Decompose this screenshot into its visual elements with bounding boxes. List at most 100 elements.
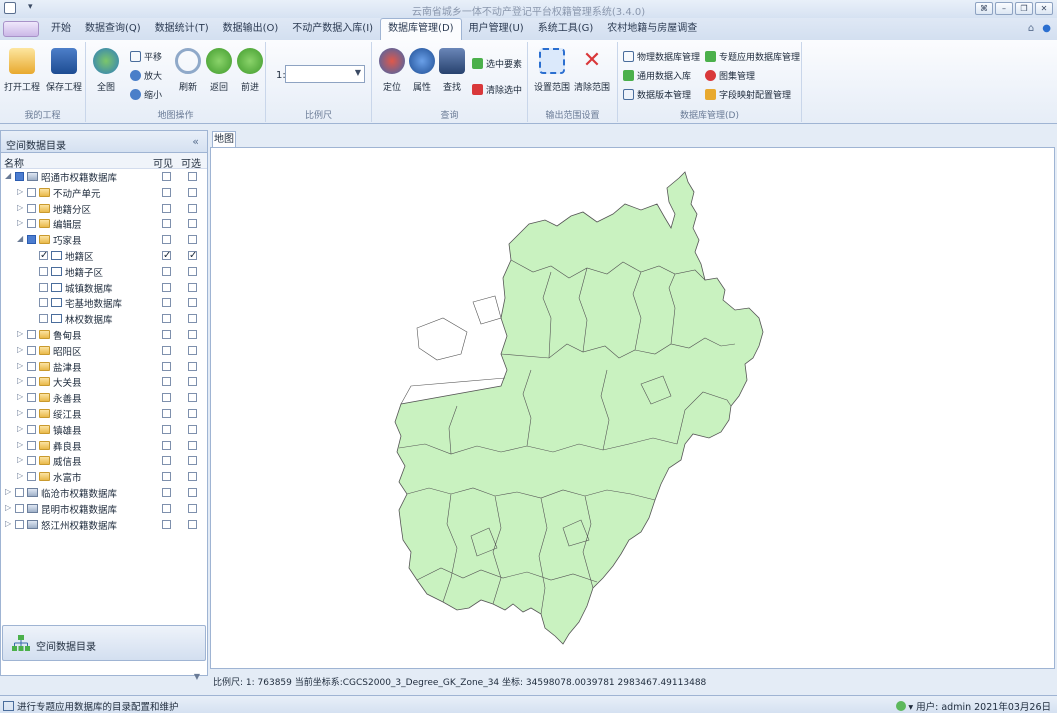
collapse-arrow-icon[interactable]: ◢	[17, 234, 25, 243]
set-range-button[interactable]: 设置范围	[532, 48, 572, 93]
general-import-button[interactable]: 通用数据入库	[623, 69, 691, 84]
expand-arrow-icon[interactable]: ▷	[17, 203, 25, 212]
tree-node-checkbox[interactable]	[27, 393, 36, 403]
expand-arrow-icon[interactable]: ▷	[17, 471, 25, 480]
tree-node-checkbox[interactable]	[15, 519, 24, 529]
tab-map[interactable]: 地图	[212, 131, 236, 148]
tree-node-checkbox[interactable]	[39, 282, 48, 292]
selectable-checkbox[interactable]	[188, 408, 197, 418]
visible-checkbox[interactable]	[162, 472, 171, 482]
tree-node[interactable]: 宅基地数据库	[1, 295, 207, 311]
expand-arrow-icon[interactable]: ▷	[17, 424, 25, 433]
tree-node-checkbox[interactable]	[27, 472, 36, 482]
tree-node[interactable]: ▷ 绥江县	[1, 406, 207, 422]
selectable-checkbox[interactable]	[188, 235, 197, 245]
selectable-checkbox[interactable]	[188, 266, 197, 276]
ribbon-toggle-button[interactable]: ⌘	[975, 2, 993, 15]
visible-checkbox[interactable]	[162, 345, 171, 355]
map-canvas[interactable]	[210, 147, 1055, 669]
close-button[interactable]: ✕	[1035, 2, 1053, 15]
column-visible[interactable]: 可见	[153, 155, 173, 170]
tree-node[interactable]: ▷ 临沧市权籍数据库	[1, 485, 207, 501]
column-selectable[interactable]: 可选	[181, 155, 201, 170]
map-svg[interactable]	[211, 148, 1056, 670]
expand-nav-icon[interactable]: ▼	[194, 672, 200, 681]
tree-node-checkbox[interactable]	[15, 172, 24, 181]
network-status-icon[interactable]	[896, 701, 907, 711]
tree-node[interactable]: ▷ 彝良县	[1, 438, 207, 454]
tab-data-stats[interactable]: 数据统计(T)	[148, 18, 216, 40]
catalog-nav-button[interactable]: 空间数据目录	[2, 625, 206, 661]
save-project-button[interactable]: 保存工程	[44, 48, 84, 93]
restore-button[interactable]: ❐	[1015, 2, 1033, 15]
tree-node-checkbox[interactable]	[27, 361, 36, 371]
tab-user-manage[interactable]: 用户管理(U)	[462, 18, 531, 40]
tree-node-checkbox[interactable]	[27, 440, 36, 450]
visible-checkbox[interactable]	[162, 408, 171, 418]
clear-range-button[interactable]: ✕ 清除范围	[572, 48, 612, 93]
expand-arrow-icon[interactable]: ▷	[17, 376, 25, 385]
visible-checkbox[interactable]	[162, 519, 171, 529]
tree-node[interactable]: ▷ 威信县	[1, 453, 207, 469]
select-feature-button[interactable]: 选中要素	[472, 57, 522, 72]
tree-node-checkbox[interactable]	[39, 266, 48, 276]
expand-arrow-icon[interactable]: ▷	[17, 408, 25, 417]
tree-node[interactable]: ▷ 昭阳区	[1, 343, 207, 359]
visible-checkbox[interactable]	[162, 377, 171, 387]
tree-node-checkbox[interactable]	[15, 503, 24, 513]
selectable-checkbox[interactable]	[188, 377, 197, 387]
visible-checkbox[interactable]	[162, 424, 171, 434]
selectable-checkbox[interactable]	[188, 503, 197, 513]
tree-node-checkbox[interactable]	[39, 314, 48, 324]
tree-node[interactable]: ▷ 镇雄县	[1, 422, 207, 438]
selectable-checkbox[interactable]	[188, 345, 197, 355]
selectable-checkbox[interactable]	[188, 187, 197, 197]
expand-arrow-icon[interactable]: ▷	[17, 187, 25, 196]
tree-node-checkbox[interactable]	[27, 187, 36, 197]
selectable-checkbox[interactable]	[188, 172, 197, 181]
tab-start[interactable]: 开始	[44, 18, 78, 40]
visible-checkbox[interactable]: ✓	[162, 250, 171, 260]
find-button[interactable]: 查找	[432, 48, 472, 93]
tree-node-checkbox[interactable]	[27, 424, 36, 434]
expand-arrow-icon[interactable]: ▷	[17, 392, 25, 401]
tab-data-query[interactable]: 数据查询(Q)	[78, 18, 148, 40]
selectable-checkbox[interactable]	[188, 203, 197, 213]
tree-node[interactable]: ▷ 水富市	[1, 469, 207, 485]
selectable-checkbox[interactable]	[188, 329, 197, 339]
clear-selection-button[interactable]: 清除选中	[472, 83, 522, 98]
tree-node[interactable]: ▷ 不动产单元	[1, 185, 207, 201]
full-extent-button[interactable]: 全图	[86, 48, 126, 93]
expand-arrow-icon[interactable]: ▷	[17, 361, 25, 370]
visible-checkbox[interactable]	[162, 487, 171, 497]
tab-db-manage[interactable]: 数据库管理(D)	[380, 18, 462, 40]
expand-arrow-icon[interactable]: ▷	[17, 455, 25, 464]
tree-node-checkbox[interactable]	[27, 377, 36, 387]
selectable-checkbox[interactable]	[188, 219, 197, 229]
visible-checkbox[interactable]	[162, 329, 171, 339]
tree-node-checkbox[interactable]	[27, 235, 36, 245]
visible-checkbox[interactable]	[162, 187, 171, 197]
tab-data-import[interactable]: 不动产数据入库(I)	[285, 18, 380, 40]
visible-checkbox[interactable]	[162, 314, 171, 324]
application-menu-button[interactable]	[3, 21, 39, 37]
visible-checkbox[interactable]	[162, 298, 171, 308]
expand-arrow-icon[interactable]: ▷	[17, 218, 25, 227]
expand-arrow-icon[interactable]: ▷	[5, 487, 13, 496]
collapse-panel-icon[interactable]: «	[192, 135, 199, 148]
open-project-button[interactable]: 打开工程	[2, 48, 42, 93]
visible-checkbox[interactable]	[162, 440, 171, 450]
tree-node-checkbox[interactable]	[15, 487, 24, 497]
catalog-tree[interactable]: ◢ 昭通市权籍数据库 ▷ 不动产单元 ▷ 地籍分区 ▷ 编辑层 ◢ 巧家县 ✓ 地籍区 ✓ ✓ 地籍子区 城镇…	[1, 169, 207, 532]
visible-checkbox[interactable]	[162, 203, 171, 213]
tree-node[interactable]: ◢ 昭通市权籍数据库	[1, 169, 207, 185]
tree-node-checkbox[interactable]	[27, 329, 36, 339]
tree-node-checkbox[interactable]	[27, 219, 36, 229]
visible-checkbox[interactable]	[162, 266, 171, 276]
pan-button[interactable]: 平移	[130, 50, 162, 65]
forward-button[interactable]: 前进	[230, 48, 270, 93]
tree-node[interactable]: ▷ 永善县	[1, 390, 207, 406]
tree-node-checkbox[interactable]: ✓	[39, 250, 48, 260]
home-icon[interactable]: ⌂	[1028, 23, 1034, 34]
tree-node[interactable]: ◢ 巧家县	[1, 232, 207, 248]
